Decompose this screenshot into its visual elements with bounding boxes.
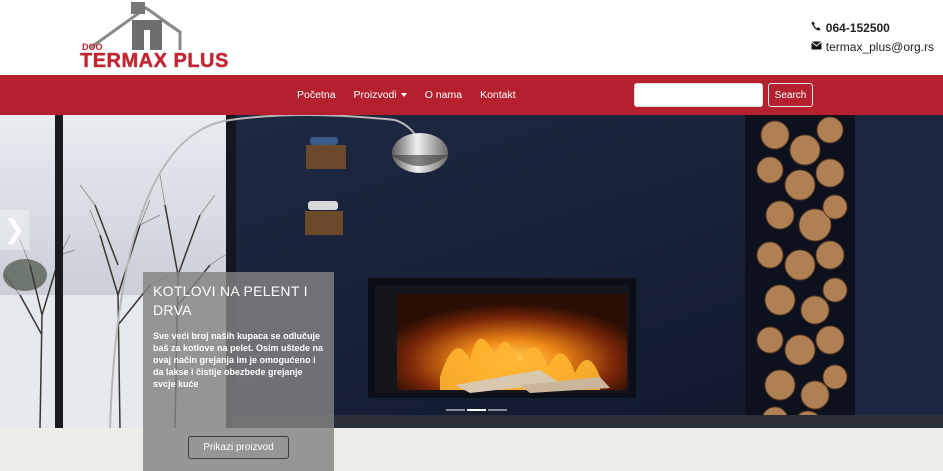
hero-carousel: ❯ — [0, 115, 943, 428]
phone-icon — [811, 21, 823, 34]
envelope-icon — [810, 40, 823, 53]
logo[interactable]: DOO TERMAX PLUS — [80, 2, 228, 72]
caret-down-icon — [400, 93, 407, 98]
content-strip — [0, 428, 943, 471]
logo-text: TERMAX PLUS — [80, 50, 229, 72]
show-product-button[interactable]: Prikazi proizvod — [188, 436, 289, 459]
nav-item-proizvodi-label: Proizvodi — [353, 89, 397, 101]
email-address[interactable]: termax_plus@org.rs — [826, 40, 934, 54]
navbar: Početna Proizvodi O nama Kontakt Search — [0, 75, 943, 115]
carousel-prev-button[interactable]: ❯ — [0, 210, 29, 250]
carousel-indicator-3[interactable] — [488, 409, 507, 411]
page: DOO TERMAX PLUS 064-152500 termax_plus@o… — [0, 0, 943, 471]
phone-number[interactable]: 064-152500 — [826, 21, 890, 35]
search-input[interactable] — [634, 83, 763, 107]
phone-row: 064-152500 — [811, 18, 934, 37]
caption-text: Sve veći broj naših kupaca se odlučuje b… — [153, 331, 324, 389]
email-row: termax_plus@org.rs — [810, 37, 934, 56]
carousel-indicator-1[interactable] — [446, 409, 465, 411]
carousel-indicator-2[interactable] — [467, 409, 486, 411]
hero-image — [0, 115, 943, 428]
contact-info: 064-152500 termax_plus@org.rs — [810, 18, 934, 56]
nav-item-o-nama[interactable]: O nama — [416, 89, 471, 101]
nav-item-pocetna[interactable]: Početna — [288, 89, 345, 101]
nav-item-proizvodi[interactable]: Proizvodi — [345, 89, 416, 101]
carousel-caption: KOTLOVI NA PELENT I DRVA Sve veći broj n… — [143, 272, 334, 471]
header: DOO TERMAX PLUS 064-152500 termax_plus@o… — [0, 0, 943, 75]
nav-item-kontakt[interactable]: Kontakt — [471, 89, 525, 101]
nav-links: Početna Proizvodi O nama Kontakt — [288, 75, 525, 115]
caption-title: KOTLOVI NA PELENT I DRVA — [153, 283, 308, 318]
carousel-indicators — [446, 409, 507, 411]
search-button[interactable]: Search — [768, 83, 813, 107]
